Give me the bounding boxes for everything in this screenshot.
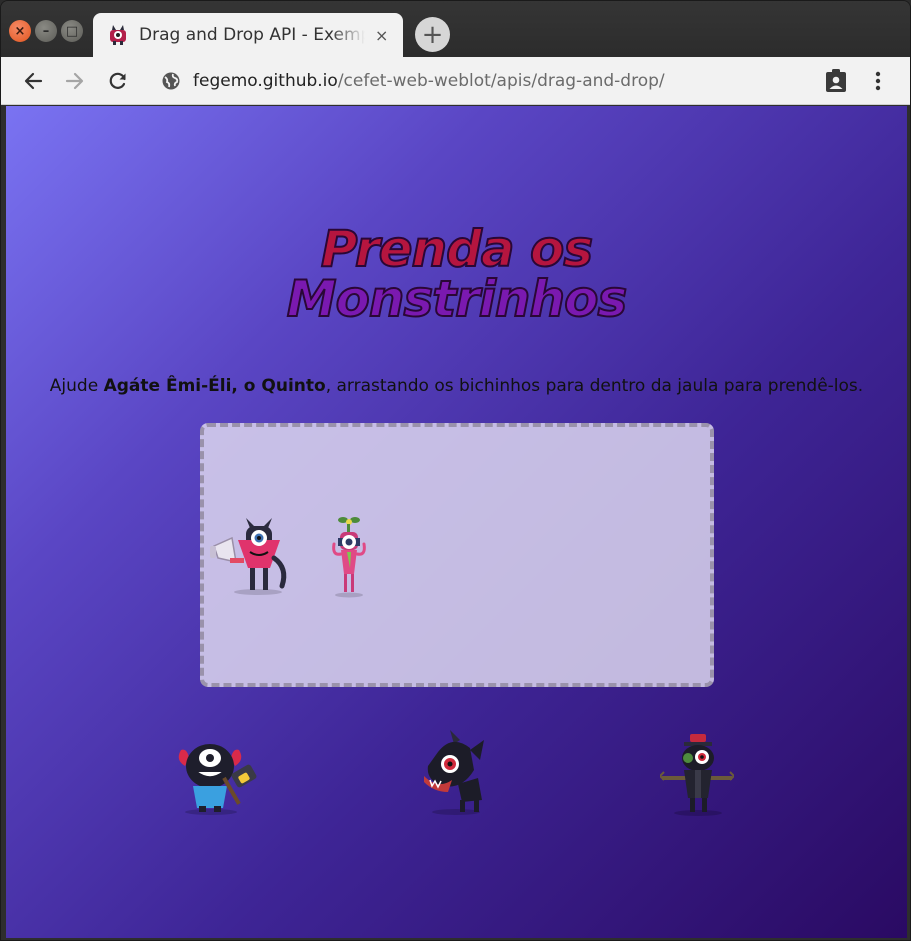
new-tab-button[interactable]: + (415, 17, 450, 52)
reload-button[interactable] (104, 67, 132, 95)
monster-favicon-icon (110, 25, 126, 45)
cyclops-flower-monster-icon[interactable] (328, 516, 370, 598)
back-arrow-icon (24, 72, 43, 90)
reload-icon (109, 72, 126, 89)
page-title-line2: Monstrinhos (286, 270, 628, 328)
back-button[interactable] (19, 67, 47, 95)
hammer-monster-icon[interactable] (173, 730, 259, 816)
browser-toolbar: fegemo.github.io/cefet-web-weblot/apis/d… (1, 57, 910, 105)
url-host: fegemo.github.io (193, 71, 338, 91)
window-close-button[interactable]: × (9, 20, 31, 42)
forward-button[interactable] (61, 67, 89, 95)
megaphone-monster-icon[interactable] (210, 518, 292, 596)
page-title: Prenda os Monstrinhos (6, 220, 907, 328)
dark-wolf-monster-icon[interactable] (418, 730, 490, 816)
address-bar[interactable]: fegemo.github.io/cefet-web-weblot/apis/d… (151, 63, 811, 99)
tab-strip: × – □ Drag and Drop API - Exemplo × + (1, 1, 910, 57)
intro-text: Ajude Agáte Êmi-Éli, o Quinto, arrastand… (6, 376, 907, 396)
scarecrow-monster-icon[interactable] (660, 734, 734, 816)
url-text: fegemo.github.io/cefet-web-weblot/apis/d… (193, 71, 665, 91)
url-path: /cefet-web-weblot/apis/drag-and-drop/ (337, 71, 665, 91)
tab-close-icon[interactable]: × (375, 26, 388, 45)
browser-menu-button[interactable] (864, 67, 892, 95)
page-title-line1: Prenda os (320, 220, 594, 278)
page-viewport: Prenda os Monstrinhos Ajude Agáte Êmi-Él… (6, 106, 907, 938)
browser-window: × – □ Drag and Drop API - Exemplo × + fe… (0, 0, 911, 941)
more-vert-icon (875, 71, 881, 91)
intro-after: , arrastando os bichinhos para dentro da… (325, 376, 864, 396)
profile-extension-button[interactable] (822, 67, 850, 95)
browser-tab[interactable]: Drag and Drop API - Exemplo × (93, 13, 403, 57)
intro-before: Ajude (49, 376, 104, 396)
forward-arrow-icon (65, 72, 84, 90)
window-minimize-button[interactable]: – (35, 20, 57, 42)
clipboard-person-icon (826, 69, 846, 92)
window-maximize-button[interactable]: □ (61, 20, 83, 42)
tab-title: Drag and Drop API - Exemplo (139, 25, 365, 45)
intro-character-name: Agáte Êmi-Éli, o Quinto (103, 376, 326, 396)
globe-icon (162, 72, 180, 90)
